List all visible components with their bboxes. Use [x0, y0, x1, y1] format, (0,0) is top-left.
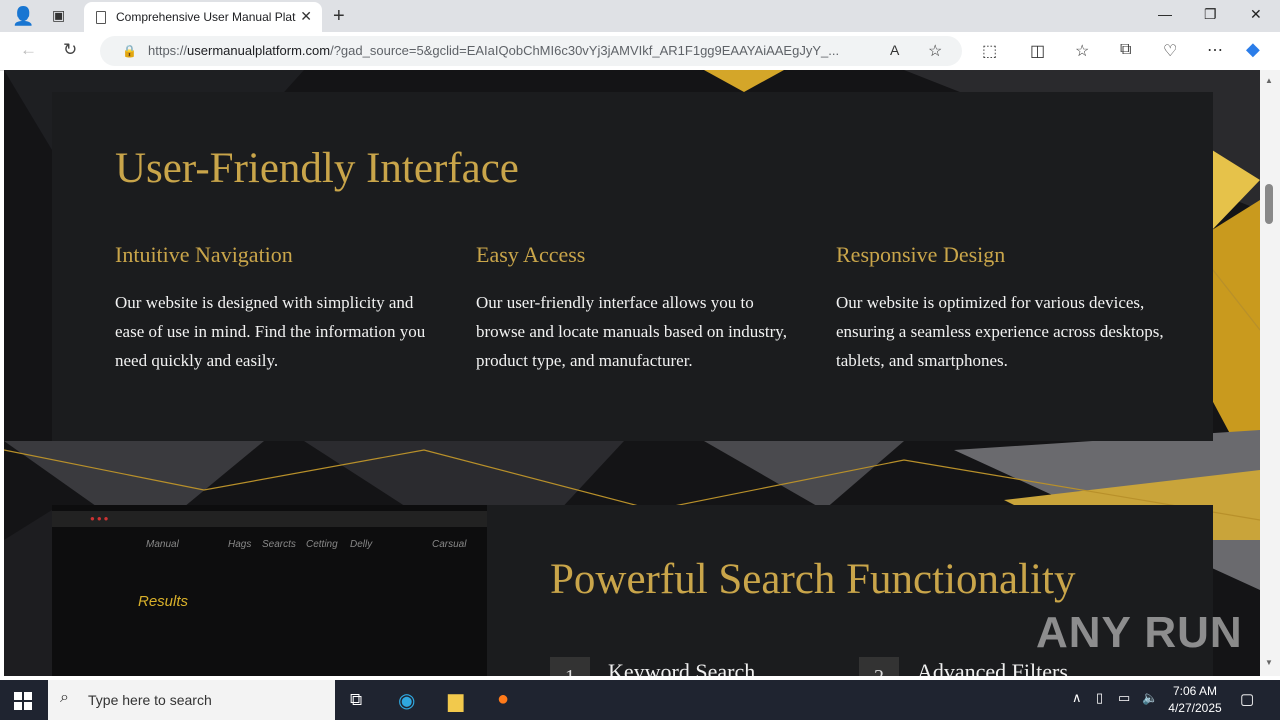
- feature-title: Intuitive Navigation: [115, 242, 293, 267]
- notifications-icon[interactable]: ▢: [1240, 690, 1254, 708]
- read-aloud-icon[interactable]: A: [890, 42, 899, 58]
- step-number: 1: [550, 657, 590, 676]
- more-menu-icon[interactable]: ⋯: [1207, 40, 1223, 60]
- taskbar-clock[interactable]: 7:06 AM 4/27/2025: [1164, 683, 1226, 717]
- close-window-icon[interactable]: ✕: [1250, 6, 1262, 23]
- page-icon: [96, 10, 106, 24]
- taskbar-search-input[interactable]: ⌕ Type here to search: [48, 680, 335, 720]
- favorite-star-icon[interactable]: ☆: [928, 41, 942, 61]
- copilot-icon[interactable]: ◆: [1246, 39, 1260, 60]
- feature-navigation: Intuitive Navigation Our website is desi…: [115, 242, 445, 375]
- minimize-icon[interactable]: —: [1158, 6, 1172, 22]
- refresh-icon[interactable]: ↻: [63, 40, 77, 60]
- back-icon[interactable]: ←: [20, 40, 37, 60]
- step-label: Advanced Filters: [917, 659, 1068, 676]
- browser-tab-active[interactable]: Comprehensive User Manual Plat ✕: [84, 2, 322, 32]
- image-window-dots: ●●●: [90, 514, 111, 523]
- image-results-label: Results: [138, 593, 189, 610]
- clock-date: 4/27/2025: [1168, 701, 1222, 715]
- feature-title: Responsive Design: [836, 242, 1006, 267]
- tab-actions-icon[interactable]: ▣: [52, 7, 65, 24]
- search-icon: ⌕: [60, 689, 69, 706]
- tab-strip: 👤 ▣ Comprehensive User Manual Plat ✕ + —…: [0, 0, 1280, 32]
- feature-text: Our website is designed with simplicity …: [115, 293, 426, 370]
- image-menu-item: Delly: [350, 539, 373, 550]
- feature-access: Easy Access Our user-friendly interface …: [476, 242, 806, 375]
- anyrun-watermark: ANY RUN: [1036, 608, 1243, 657]
- show-hidden-icons-icon[interactable]: ∧: [1072, 690, 1082, 706]
- feature-text: Our website is optimized for various dev…: [836, 293, 1164, 370]
- task-view-icon[interactable]: ⧉: [350, 690, 362, 710]
- feature-text: Our user-friendly interface allows you t…: [476, 293, 787, 370]
- step-number: 2: [859, 657, 899, 676]
- url-text[interactable]: https://usermanualplatform.com/?gad_sour…: [148, 43, 878, 58]
- step-keyword-search: 1 Keyword Search: [550, 657, 755, 676]
- scroll-up-icon[interactable]: ▲: [1265, 76, 1273, 85]
- device-icon[interactable]: ▯: [1096, 690, 1103, 706]
- page-viewport: User-Friendly Interface Intuitive Naviga…: [4, 70, 1260, 676]
- address-bar[interactable]: 🔒 https://usermanualplatform.com/?gad_so…: [100, 36, 962, 66]
- collections-icon[interactable]: ⧉: [1120, 41, 1131, 59]
- clock-time: 7:06 AM: [1172, 684, 1218, 698]
- section-heading: Powerful Search Functionality: [550, 556, 1076, 603]
- profile-icon[interactable]: 👤: [12, 6, 34, 27]
- windows-taskbar: ⌕ Type here to search ⧉ ◉ ▆ ● ∧ ▯ ▭ 🔈 7:…: [0, 680, 1280, 720]
- edge-taskbar-icon[interactable]: ◉: [398, 688, 415, 713]
- search-screenshot-image: ●●● Manual Hags Searcts Cetting Delly Ca…: [52, 505, 487, 676]
- search-placeholder: Type here to search: [88, 692, 212, 708]
- section-heading: User-Friendly Interface: [115, 145, 519, 192]
- image-toolbar: [52, 511, 487, 527]
- network-icon[interactable]: ▭: [1118, 690, 1130, 706]
- firefox-icon[interactable]: ●: [497, 688, 509, 711]
- vertical-scrollbar[interactable]: ▲ ▼: [1260, 70, 1280, 676]
- scroll-down-icon[interactable]: ▼: [1265, 658, 1273, 667]
- address-toolbar: ← ↻ 🔒 https://usermanualplatform.com/?ga…: [0, 32, 1280, 71]
- image-menu-item: Searcts: [262, 539, 296, 550]
- browser-essentials-icon[interactable]: ♡: [1163, 41, 1177, 61]
- image-menu-item: Carsual: [432, 539, 467, 550]
- file-explorer-icon[interactable]: ▆: [448, 688, 463, 713]
- feature-card: User-Friendly Interface Intuitive Naviga…: [52, 92, 1213, 441]
- step-label: Keyword Search: [608, 659, 756, 676]
- lock-icon[interactable]: 🔒: [122, 44, 137, 58]
- image-menu-item: Hags: [228, 539, 252, 550]
- restore-icon[interactable]: ❐: [1204, 6, 1217, 23]
- image-menu-item: Cetting: [306, 539, 338, 550]
- image-menu-item: Manual: [146, 539, 179, 550]
- extensions-icon[interactable]: ⬚: [982, 41, 997, 61]
- tab-title: Comprehensive User Manual Plat: [116, 10, 296, 24]
- split-screen-icon[interactable]: ◫: [1030, 41, 1045, 61]
- windows-start-icon[interactable]: [14, 692, 32, 710]
- new-tab-icon[interactable]: +: [333, 5, 345, 28]
- close-tab-icon[interactable]: ✕: [300, 8, 312, 25]
- volume-icon[interactable]: 🔈: [1142, 690, 1158, 706]
- step-advanced-filters: 2 Advanced Filters: [859, 657, 1068, 676]
- feature-responsive: Responsive Design Our website is optimiz…: [836, 242, 1166, 375]
- favorites-icon[interactable]: ☆: [1075, 41, 1089, 61]
- feature-title: Easy Access: [476, 242, 586, 267]
- scrollbar-thumb[interactable]: [1265, 184, 1273, 224]
